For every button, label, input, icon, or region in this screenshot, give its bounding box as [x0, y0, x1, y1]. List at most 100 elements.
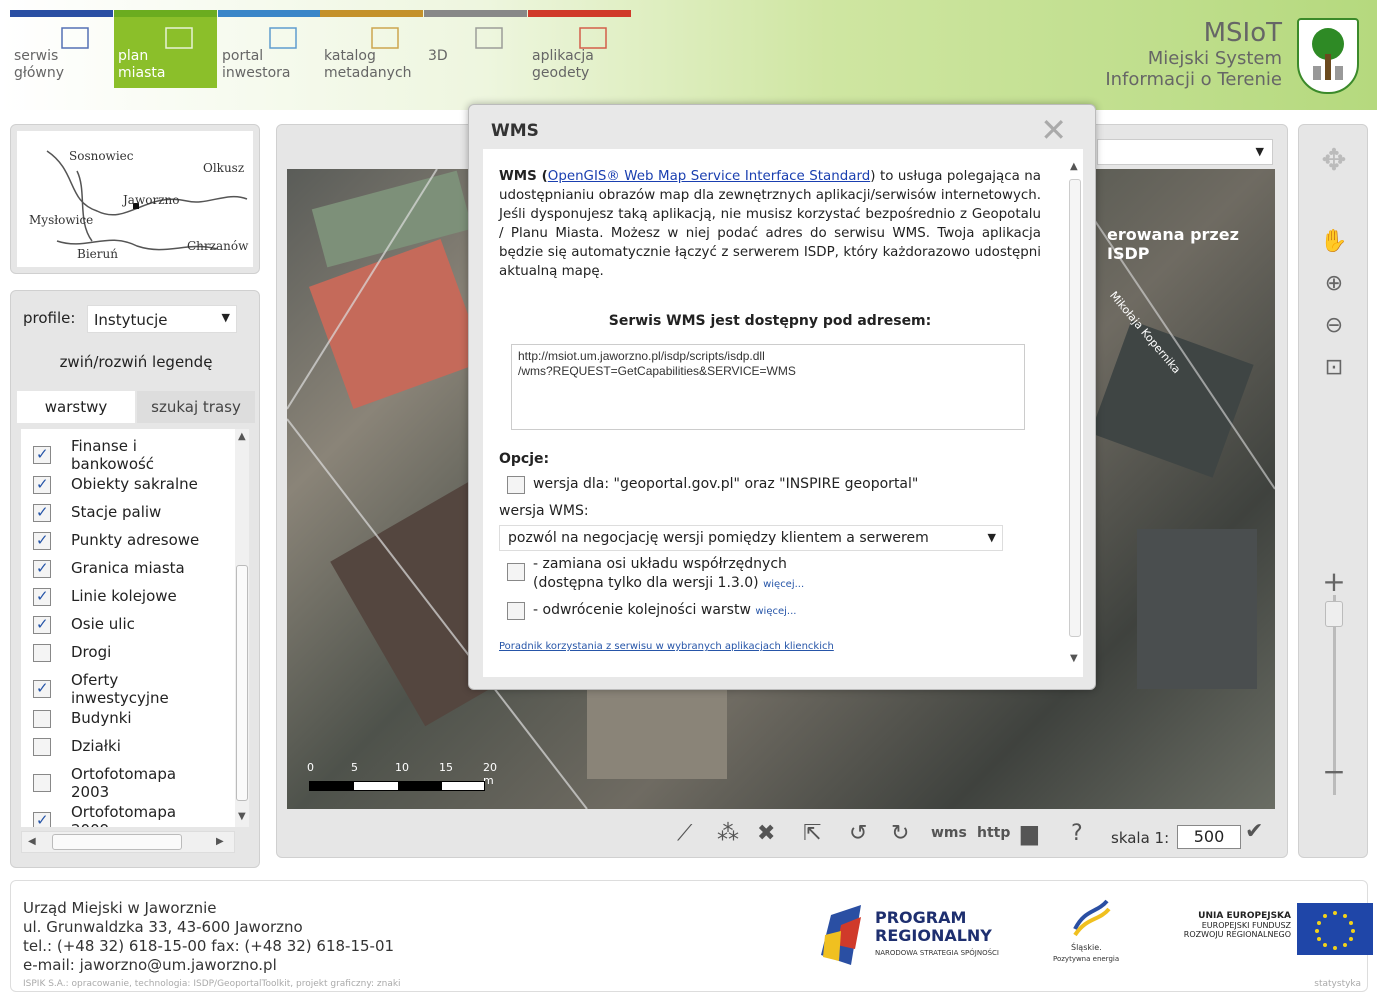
- minimap-canvas[interactable]: Sosnowiec Olkusz Jaworzno Mysłowice Bier…: [17, 131, 253, 267]
- undo-icon[interactable]: ↺: [849, 821, 867, 846]
- brand-title: MSIoT: [1203, 18, 1282, 48]
- layer-checkbox[interactable]: [33, 475, 51, 494]
- layer-checkbox[interactable]: [33, 644, 51, 662]
- eu-flag-icon: [1297, 903, 1373, 955]
- profile-select[interactable]: Instytucje ▼: [87, 305, 237, 333]
- layer-list-hscrollbar[interactable]: ◀ ▶: [21, 831, 235, 853]
- layer-label: Finanse i bankowość: [71, 437, 155, 473]
- zoom-slider-minus-icon[interactable]: −: [1299, 755, 1369, 788]
- opengis-link[interactable]: OpenGIS® Web Map Service Interface Stand…: [548, 169, 870, 184]
- tab-layers[interactable]: warstwy: [17, 391, 135, 423]
- brand-line2: Informacji o Terenie: [1105, 69, 1282, 90]
- layer-checkbox[interactable]: [33, 587, 51, 606]
- layer-checkbox[interactable]: [33, 811, 51, 827]
- wms-button[interactable]: wms: [931, 825, 967, 841]
- logo2-line1: Śląskie.: [1071, 943, 1102, 952]
- nav-tab-1[interactable]: plan miasta: [114, 10, 217, 88]
- print-icon[interactable]: ▆: [1021, 821, 1038, 846]
- measure-area-icon[interactable]: ⁂: [717, 821, 739, 846]
- tab-route-search[interactable]: szukaj trasy: [137, 391, 255, 423]
- layer-label: Drogi: [71, 643, 112, 661]
- available-label: Serwis WMS jest dostępny pod adresem:: [608, 313, 932, 329]
- minimap-town-bierun: Bieruń: [77, 247, 118, 261]
- axis-more-link[interactable]: więcej...: [763, 579, 804, 590]
- toggle-legend-link[interactable]: zwiń/rozwiń legendę: [11, 353, 261, 371]
- minimap-town-olkusz: Olkusz: [203, 161, 245, 175]
- layer-list: Finanse i bankowość Obiekty sakralne Stacj…: [21, 429, 249, 827]
- zoom-extent-icon[interactable]: ⊡: [1299, 355, 1369, 380]
- zoom-in-icon[interactable]: ⊕: [1299, 271, 1369, 296]
- layer-checkbox[interactable]: [33, 738, 51, 756]
- apply-scale-icon[interactable]: ✔: [1245, 819, 1263, 844]
- office-email: e-mail: jaworzno@um.jaworzno.pl: [23, 956, 277, 974]
- dialog-scrollbar[interactable]: ▲ ▼: [1069, 155, 1081, 671]
- layer-list-scrollbar[interactable]: ▲ ▼: [235, 429, 249, 827]
- layer-checkbox[interactable]: [33, 531, 51, 550]
- profile-select-value: Instytucje: [94, 311, 168, 329]
- nav-tab-icon: [58, 24, 94, 54]
- overview-minimap[interactable]: Sosnowiec Olkusz Jaworzno Mysłowice Bier…: [10, 124, 260, 274]
- layer-checkbox[interactable]: [33, 503, 51, 522]
- layer-checkbox[interactable]: [33, 445, 51, 464]
- nav-tab-2[interactable]: portal inwestora: [218, 10, 321, 88]
- map-layer-select[interactable]: ▼: [1097, 139, 1273, 165]
- zoom-slider-plus-icon[interactable]: +: [1299, 565, 1369, 598]
- layer-checkbox[interactable]: [33, 710, 51, 728]
- intro-prefix: WMS (: [499, 169, 548, 184]
- hscrollbar-thumb[interactable]: [52, 834, 182, 850]
- layer-checkbox[interactable]: [33, 615, 51, 634]
- layer-checkbox[interactable]: [33, 559, 51, 578]
- layer-label: Osie ulic: [71, 615, 135, 633]
- help-icon[interactable]: ?: [1071, 821, 1083, 846]
- scroll-right-icon[interactable]: ▶: [216, 836, 224, 847]
- clear-icon[interactable]: ✖: [757, 821, 775, 846]
- pan-arrows-icon[interactable]: ✥: [1299, 143, 1369, 178]
- dialog-scrollbar-thumb[interactable]: [1069, 179, 1081, 637]
- nav-tab-3[interactable]: katalog metadanych: [320, 10, 423, 88]
- options-heading: Opcje:: [499, 451, 550, 467]
- wms-version-select[interactable]: pozwól na negocjację wersji pomiędzy kli…: [499, 525, 1003, 551]
- redo-icon[interactable]: ↻: [891, 821, 909, 846]
- layer-checkbox[interactable]: [33, 679, 51, 698]
- eu-fund-text: UNIA EUROPEJSKA EUROPEJSKI FUNDUSZ ROZWO…: [1161, 911, 1291, 961]
- nav-tab-0[interactable]: serwis główny: [10, 10, 113, 88]
- scroll-down-icon[interactable]: ▼: [238, 811, 246, 822]
- select-pointer-icon[interactable]: ⇱: [803, 821, 821, 846]
- minimap-town-myslowice: Mysłowice: [29, 213, 94, 227]
- contact-address: Urząd Miejski w Jaworznie ul. Grunwaldzk…: [23, 899, 394, 975]
- layer-label: Działki: [71, 737, 121, 755]
- measure-distance-icon[interactable]: ⟋: [677, 821, 692, 846]
- dialog-body: WMS (OpenGIS® Web Map Service Interface …: [483, 149, 1083, 677]
- reverse-layers-checkbox[interactable]: [507, 602, 525, 620]
- intro-text: ) to usługa polegająca na udostępnianiu …: [499, 169, 1041, 279]
- nav-tab-icon: [576, 24, 612, 54]
- program-regionalny-logo: PROGRAM REGIONALNY NARODOWA STRATEGIA SP…: [821, 901, 1031, 971]
- zoom-slider-handle[interactable]: [1325, 601, 1343, 627]
- scroll-down-icon[interactable]: ▼: [1070, 653, 1078, 664]
- reverse-layers-text: - odwrócenie kolejności warstw: [533, 602, 751, 618]
- scroll-up-icon[interactable]: ▲: [1070, 161, 1078, 172]
- statistics-link[interactable]: statystyka: [1314, 979, 1361, 989]
- reverse-more-link[interactable]: więcej...: [755, 606, 796, 617]
- axis-swap-checkbox[interactable]: [507, 563, 525, 581]
- layer-label: Ortofotomapa 2009: [71, 803, 177, 827]
- logo3-line1: UNIA EUROPEJSKA: [1198, 911, 1291, 921]
- nav-tab-icon: [368, 24, 404, 54]
- pan-hand-icon[interactable]: ✋: [1299, 229, 1369, 254]
- scrollbar-thumb[interactable]: [236, 565, 248, 801]
- scroll-left-icon[interactable]: ◀: [28, 836, 36, 847]
- scale-input[interactable]: 500: [1177, 825, 1241, 849]
- wms-url-textarea[interactable]: http://msiot.um.jaworzno.pl/isdp/scripts…: [511, 344, 1025, 430]
- layer-label: Ortofotomapa 2003: [71, 765, 177, 801]
- map-overlay-label: erowana przez ISDP: [1107, 225, 1239, 263]
- scroll-up-icon[interactable]: ▲: [238, 431, 246, 442]
- nav-tab-4[interactable]: 3D: [424, 10, 527, 88]
- close-icon[interactable]: ✕: [1040, 111, 1067, 149]
- layer-checkbox[interactable]: [33, 774, 51, 792]
- logo1-line3: NARODOWA STRATEGIA SPÓJNOŚCI: [875, 949, 999, 957]
- inspire-checkbox[interactable]: [507, 476, 525, 494]
- zoom-out-icon[interactable]: ⊖: [1299, 313, 1369, 338]
- http-button[interactable]: http: [977, 825, 1010, 841]
- nav-tab-5[interactable]: aplikacja geodety: [528, 10, 631, 88]
- client-guide-link[interactable]: Poradnik korzystania z serwisu w wybrany…: [499, 641, 834, 652]
